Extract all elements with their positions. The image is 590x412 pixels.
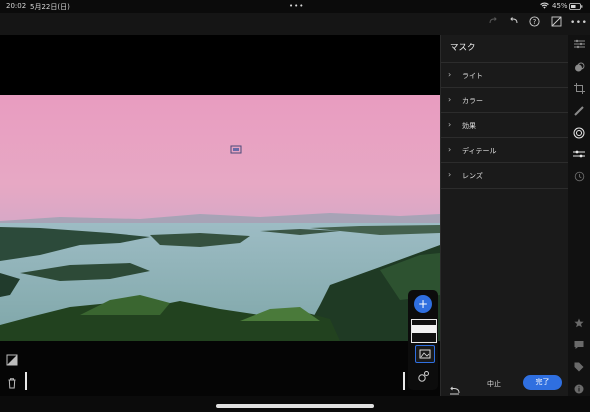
section-label: カラー (462, 97, 483, 105)
comment-icon[interactable] (572, 340, 586, 354)
done-button[interactable]: 完了 (523, 375, 562, 390)
panel-bottom-bar: 中止 完了 (440, 375, 590, 399)
section-label: 効果 (462, 122, 476, 130)
status-date: 5月22日(日) (30, 3, 70, 11)
reset-icon[interactable] (449, 380, 460, 399)
add-mask-button[interactable]: + (414, 295, 432, 313)
more-menu-icon[interactable]: ••• (570, 16, 587, 30)
help-icon[interactable]: ? (527, 16, 541, 30)
section-effects[interactable]: › 効果 (441, 112, 569, 138)
battery-icon (569, 3, 583, 12)
section-label: ディテール (462, 147, 497, 155)
status-time: 20:02 (6, 2, 27, 10)
section-label: レンズ (462, 172, 483, 180)
subject-mask-icon[interactable] (415, 345, 435, 363)
chevron-right-icon: › (448, 120, 452, 129)
adjust-icon[interactable] (572, 149, 586, 163)
battery-percent: 45% (552, 2, 568, 10)
redo-icon[interactable] (486, 16, 500, 30)
slider-handle-right[interactable] (403, 372, 405, 390)
mask-thumbnail[interactable] (411, 319, 437, 343)
photo-image[interactable] (0, 95, 440, 341)
chevron-right-icon: › (448, 95, 452, 104)
status-bar: 20:02 5月22日(日) ••• 45% (0, 0, 590, 13)
undo-icon[interactable] (507, 16, 521, 30)
chevron-right-icon: › (448, 70, 452, 79)
tag-icon[interactable] (572, 362, 586, 376)
chevron-right-icon: › (448, 145, 452, 154)
slider-handle-left[interactable] (25, 372, 27, 390)
history-icon[interactable] (572, 171, 586, 185)
tool-rail (568, 35, 590, 396)
section-detail[interactable]: › ディテール (441, 137, 569, 163)
panel-title: マスク (450, 43, 476, 53)
filmstrip-area (0, 341, 440, 396)
svg-text:?: ? (532, 18, 536, 26)
mask-panel: マスク › ライト › カラー › 効果 › ディテール › レンズ (440, 35, 569, 396)
healing-brush-icon[interactable] (572, 105, 586, 119)
mask-options-icon[interactable] (417, 368, 431, 382)
top-toolbar: ? ••• (0, 13, 590, 35)
wifi-icon (540, 2, 549, 11)
masking-icon[interactable] (572, 127, 586, 141)
chevron-right-icon: › (448, 170, 452, 179)
sliders-icon[interactable] (572, 39, 586, 53)
section-light[interactable]: › ライト (441, 62, 569, 88)
section-lens[interactable]: › レンズ (441, 162, 569, 189)
crop-icon[interactable] (572, 83, 586, 97)
section-label: ライト (462, 72, 483, 80)
presets-icon[interactable] (572, 62, 586, 76)
cancel-button[interactable]: 中止 (487, 379, 501, 389)
mask-overlay-toggle-icon[interactable] (6, 351, 18, 366)
home-indicator[interactable] (216, 404, 374, 408)
trash-icon[interactable] (6, 374, 18, 389)
section-color[interactable]: › カラー (441, 87, 569, 113)
compare-icon[interactable] (549, 16, 563, 30)
star-icon[interactable] (572, 318, 586, 332)
multitask-dots[interactable]: ••• (289, 2, 304, 10)
